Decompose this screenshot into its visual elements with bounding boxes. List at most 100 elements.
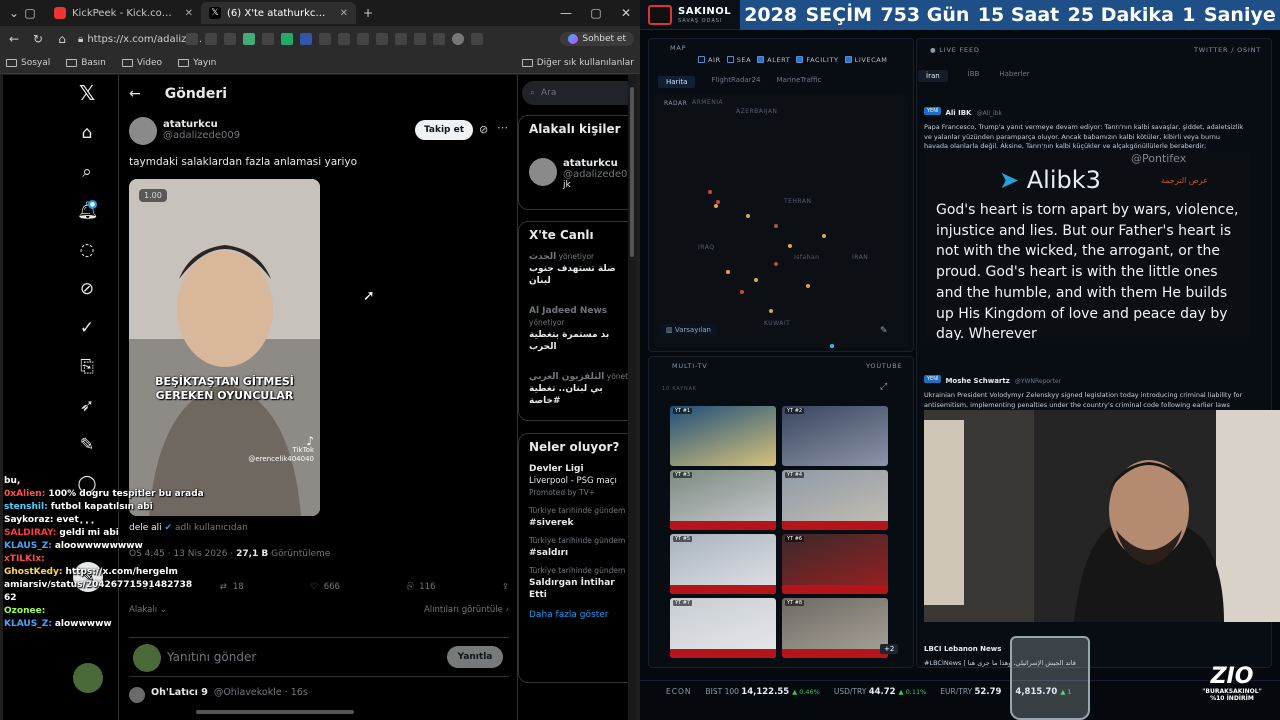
- retweet-action[interactable]: ⇄ 18: [220, 582, 244, 592]
- map-marker-icon[interactable]: [769, 309, 773, 313]
- close-tab-icon[interactable]: ✕: [340, 8, 348, 19]
- playback-speed-badge[interactable]: 1.00: [139, 189, 167, 202]
- refresh-icon[interactable]: ↻: [30, 32, 46, 46]
- tv-feed[interactable]: YT #5: [670, 534, 776, 594]
- tv-feed[interactable]: YT #3: [670, 470, 776, 530]
- explore-nav-icon[interactable]: ⌕: [77, 162, 97, 182]
- map-marker-icon[interactable]: [714, 204, 718, 208]
- tab-actions-icon[interactable]: ⌄: [6, 6, 22, 20]
- map-marker-icon[interactable]: [746, 214, 750, 218]
- layer-toggle-alert[interactable]: ALERT: [757, 56, 790, 64]
- layer-toggle-air[interactable]: AIR: [698, 56, 721, 64]
- search-input[interactable]: ⌕ Ara: [522, 81, 628, 105]
- trend-item[interactable]: Türkiye tarihinde gündem #siverek: [519, 502, 628, 532]
- view-quotes-link[interactable]: Alıntıları görüntüle ›: [424, 605, 509, 615]
- related-person[interactable]: ataturkcu @adalizede009 jk: [563, 158, 628, 190]
- messages-nav-icon[interactable]: ◌: [77, 240, 97, 260]
- bookmark-folder[interactable]: Yayın: [178, 58, 216, 68]
- close-tab-icon[interactable]: ✕: [185, 8, 193, 19]
- map-marker-icon[interactable]: [740, 290, 744, 294]
- maximize-icon[interactable]: ▢: [588, 6, 604, 20]
- extension-icon[interactable]: [338, 33, 350, 45]
- tab-marinetraffic[interactable]: MarineTraffic: [776, 76, 821, 88]
- reply-input[interactable]: Yanıtını gönder: [167, 650, 256, 664]
- copilot-button[interactable]: Sohbet et: [560, 32, 634, 46]
- edit-map-icon[interactable]: ✎: [880, 326, 888, 336]
- author-handle[interactable]: @adalizede009: [163, 130, 240, 141]
- more-channels-badge[interactable]: +2: [880, 644, 899, 654]
- feed-tab-haberler[interactable]: Haberler: [999, 70, 1029, 82]
- trend-item[interactable]: Türkiye tarihinde gündem #saldırı: [519, 532, 628, 562]
- reply-button[interactable]: Yanıtla: [447, 646, 503, 668]
- reply-author-avatar[interactable]: [129, 687, 145, 703]
- extension-icon[interactable]: [300, 33, 312, 45]
- map-marker-icon[interactable]: [788, 244, 792, 248]
- tv-feed[interactable]: YT #1: [670, 406, 776, 466]
- split-screen-icon[interactable]: [357, 33, 369, 45]
- premium-nav-icon[interactable]: ✎: [77, 435, 97, 455]
- horizontal-scrollbar[interactable]: [196, 710, 354, 714]
- feed-tab-ibb[interactable]: İBB: [968, 70, 980, 82]
- extension-icon[interactable]: [319, 33, 331, 45]
- tv-feed[interactable]: YT #6: [782, 534, 888, 594]
- map-marker-icon[interactable]: [774, 224, 778, 228]
- show-more-link[interactable]: Daha fazla göster: [519, 604, 628, 626]
- tweet-video[interactable]: 1.00 BEŞİKTAŞTAN GİTMESİ GEREKEN OYUNCUL…: [129, 179, 320, 516]
- vertical-scrollbar[interactable]: [628, 75, 636, 720]
- x-logo-icon[interactable]: 𝕏: [77, 83, 97, 103]
- map-default-button[interactable]: ▥ Varsayılan: [660, 324, 717, 336]
- trend-item[interactable]: Devler Ligi Liverpool - PSG maçı Promoted …: [519, 460, 628, 502]
- profile-avatar[interactable]: [452, 33, 464, 45]
- tv-feed[interactable]: YT #2: [782, 406, 888, 466]
- jobs-nav-icon[interactable]: ➶: [77, 396, 97, 416]
- collections-icon[interactable]: [433, 33, 445, 45]
- layer-toggle-facility[interactable]: FACILITY: [796, 56, 838, 64]
- next-reply[interactable]: Oh'Latıcı 9 @Ohlavekokle · 16s: [129, 687, 308, 703]
- bookmark-folder[interactable]: Sosyal: [6, 58, 50, 68]
- favorite-icon[interactable]: [224, 33, 236, 45]
- text-icon[interactable]: [205, 33, 217, 45]
- map-marker-icon[interactable]: [774, 262, 778, 266]
- url-field[interactable]: 🔒︎ https://x.com/adalize...: [78, 34, 202, 45]
- account-avatar[interactable]: [73, 663, 103, 693]
- fullscreen-icon[interactable]: ⤢: [880, 382, 887, 392]
- extensions-icon[interactable]: [376, 33, 388, 45]
- extension-icon[interactable]: [262, 33, 274, 45]
- tv-feed[interactable]: YT #4: [782, 470, 888, 530]
- browser-essentials-icon[interactable]: [414, 33, 426, 45]
- layer-toggle-sea[interactable]: SEA: [726, 56, 751, 64]
- home-nav-icon[interactable]: ⌂: [77, 123, 97, 143]
- map-marker-icon[interactable]: [754, 278, 758, 282]
- back-icon[interactable]: ←: [6, 32, 22, 46]
- scrollbar-thumb[interactable]: [630, 87, 634, 257]
- back-arrow-icon[interactable]: ←: [129, 86, 141, 102]
- grok-nav-icon[interactable]: ⊘: [77, 279, 97, 299]
- trend-item[interactable]: Türkiye tarihinde gündem Saldırgan İntiha…: [519, 562, 628, 604]
- reply-author-name[interactable]: Oh'Latıcı 9: [151, 687, 208, 703]
- home-icon[interactable]: ⌂: [54, 32, 70, 46]
- conflict-map[interactable]: RADAR ARMENIA AZERBAIJAN TEHRAN IRAN IRA…: [654, 94, 908, 348]
- more-options-icon[interactable]: ⋯: [497, 121, 508, 134]
- map-marker-icon[interactable]: [716, 200, 720, 204]
- author-info[interactable]: ataturkcu @adalizede009: [163, 119, 240, 141]
- follow-button[interactable]: Takip et: [415, 120, 473, 140]
- author-avatar[interactable]: [129, 117, 157, 145]
- workspaces-icon[interactable]: ▢: [22, 6, 38, 20]
- share-action[interactable]: ⇪: [502, 582, 509, 592]
- map-marker-icon[interactable]: [726, 270, 730, 274]
- more-icon[interactable]: [471, 33, 483, 45]
- close-window-icon[interactable]: ✕: [618, 6, 634, 20]
- live-item[interactable]: التلفزيون العربي yönet بي لبنان.. تغطية خ…: [519, 368, 628, 410]
- reader-icon[interactable]: [186, 33, 198, 45]
- extension-icon[interactable]: [281, 33, 293, 45]
- map-marker-icon[interactable]: [822, 234, 826, 238]
- minimize-icon[interactable]: —: [558, 6, 574, 20]
- layer-toggle-livecam[interactable]: LIVECAM: [844, 56, 888, 64]
- bookmarks-nav-icon[interactable]: ⎘: [77, 357, 97, 377]
- tab-kickpeek[interactable]: KickPeek - Kick.com için Gerçek Za ✕: [46, 2, 201, 24]
- live-item[interactable]: الحدث yönetiyor ضلة تستهدف جنوب لبنان: [519, 248, 628, 290]
- feed-tab-iran[interactable]: İran: [918, 70, 948, 82]
- verified-nav-icon[interactable]: ✓: [77, 318, 97, 338]
- related-name[interactable]: ataturkcu: [563, 158, 628, 169]
- related-avatar[interactable]: [529, 158, 557, 186]
